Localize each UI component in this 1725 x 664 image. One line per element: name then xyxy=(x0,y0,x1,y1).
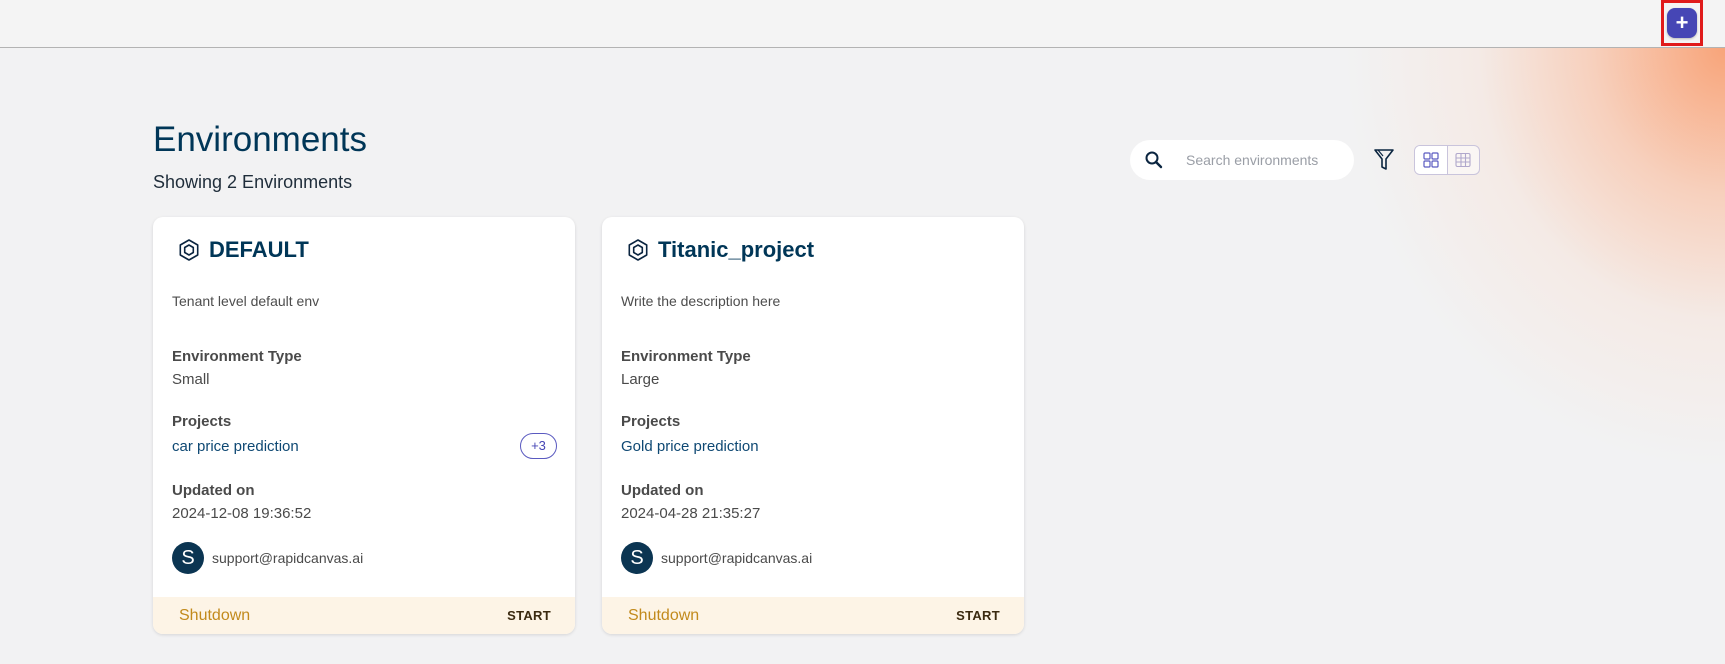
owner-email: support@rapidcanvas.ai xyxy=(212,550,364,566)
hexagon-icon xyxy=(628,239,648,261)
environment-type-label: Environment Type xyxy=(621,348,751,365)
filter-button[interactable] xyxy=(1372,147,1396,173)
grid-view-button[interactable] xyxy=(1415,146,1447,174)
add-environment-button[interactable]: + xyxy=(1667,8,1697,38)
project-link[interactable]: car price prediction xyxy=(172,438,299,455)
start-button[interactable]: START xyxy=(507,608,551,623)
hexagon-icon xyxy=(179,239,199,261)
search-icon xyxy=(1144,150,1164,170)
main-content: Environments Showing 2 Environments Sear… xyxy=(0,48,1725,664)
owner: S support@rapidcanvas.ai xyxy=(172,542,363,574)
owner-email: support@rapidcanvas.ai xyxy=(661,550,813,566)
updated-on-value: 2024-04-28 21:35:27 xyxy=(621,505,761,522)
card-footer: Shutdown START xyxy=(153,597,575,634)
card-header[interactable]: DEFAULT xyxy=(177,237,309,263)
status-badge: Shutdown xyxy=(179,606,251,624)
updated-on-label: Updated on xyxy=(621,482,704,499)
environment-name[interactable]: Titanic_project xyxy=(658,237,814,263)
start-button[interactable]: START xyxy=(956,608,1000,623)
avatar: S xyxy=(172,542,204,574)
projects-label: Projects xyxy=(172,413,232,430)
card-header[interactable]: Titanic_project xyxy=(626,237,814,263)
more-projects-badge[interactable]: +3 xyxy=(520,433,557,459)
updated-on-label: Updated on xyxy=(172,482,255,499)
search-box[interactable] xyxy=(1130,140,1354,180)
table-view-icon xyxy=(1455,152,1472,168)
table-view-button[interactable] xyxy=(1446,146,1479,174)
owner: S support@rapidcanvas.ai xyxy=(621,542,812,574)
search-input[interactable] xyxy=(1186,152,1336,168)
top-bar: + xyxy=(0,0,1725,48)
environment-count: Showing 2 Environments xyxy=(153,172,353,192)
filter-icon xyxy=(1374,149,1394,170)
environment-type-value: Small xyxy=(172,371,210,388)
view-toggle xyxy=(1414,145,1480,175)
environment-card[interactable]: DEFAULT Tenant level default env Environ… xyxy=(153,217,575,634)
environment-type-label: Environment Type xyxy=(172,348,302,365)
environment-description: Write the description here xyxy=(621,293,781,309)
projects-label: Projects xyxy=(621,413,681,430)
environment-card[interactable]: Titanic_project Write the description he… xyxy=(602,217,1024,634)
card-footer: Shutdown START xyxy=(602,597,1024,634)
environment-name[interactable]: DEFAULT xyxy=(209,237,309,263)
status-badge: Shutdown xyxy=(628,606,700,624)
plus-icon: + xyxy=(1675,10,1689,35)
avatar: S xyxy=(621,542,653,574)
page-title: Environments xyxy=(153,120,367,159)
grid-view-icon xyxy=(1423,152,1439,168)
add-button-highlight: + xyxy=(1661,0,1703,46)
environment-type-value: Large xyxy=(621,371,660,388)
project-link[interactable]: Gold price prediction xyxy=(621,438,759,455)
environment-description: Tenant level default env xyxy=(172,293,320,309)
updated-on-value: 2024-12-08 19:36:52 xyxy=(172,505,312,522)
